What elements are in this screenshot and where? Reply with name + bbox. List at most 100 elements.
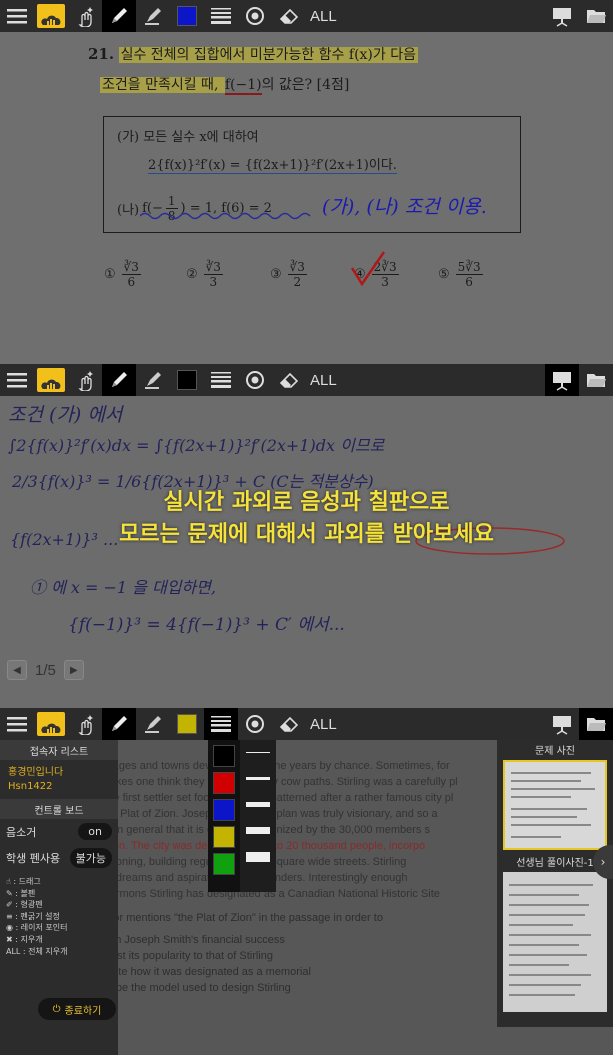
wavy-underline <box>140 212 311 220</box>
choice-2[interactable]: ② ∛3 3 <box>186 260 223 290</box>
end-session-button[interactable]: ⏻ 종료하기 <box>38 998 116 1020</box>
cloud-icon[interactable] <box>37 712 65 736</box>
highlighter-icon[interactable] <box>136 0 170 32</box>
menu-icon[interactable] <box>0 708 34 740</box>
app-screen: ALL 21. 실수 전체의 집합에서 미분가능한 함수 f(x)가 다음 조건… <box>0 0 613 1055</box>
pen-icon[interactable] <box>102 0 136 32</box>
session-panel: many villages and towns developed over t… <box>0 740 613 1055</box>
choice-3[interactable]: ③ ∛3 2 <box>270 260 307 290</box>
pen-icon[interactable] <box>102 364 136 396</box>
folder-icon[interactable] <box>579 364 613 396</box>
choice-5[interactable]: ⑤ 5∛3 6 <box>438 260 483 290</box>
tool-legend: ☝ : 드래그 ✎ : 볼펜 ✐ : 형광펜 ≡ : 펜굵기 설정 ◉ : 레이… <box>6 877 68 956</box>
color-icon[interactable] <box>170 708 204 740</box>
width-option-1[interactable] <box>246 752 270 753</box>
highlighter-icon[interactable] <box>136 364 170 396</box>
photo-sidebar: 문제 사진 선생님 풀이사진-1 › <box>497 740 613 1027</box>
teacher-photo-thumbnail[interactable] <box>503 872 607 1012</box>
gesture-icon[interactable] <box>68 0 102 32</box>
menu-icon[interactable] <box>0 0 34 32</box>
option-2: (2) contrast its popularity to that of S… <box>70 950 273 962</box>
width-option-3[interactable] <box>246 802 270 807</box>
toolbar-top: ALL <box>0 0 613 32</box>
choice-1[interactable]: ① ∛3 6 <box>104 260 141 290</box>
line-width-icon[interactable] <box>204 708 238 740</box>
promo-banner-line-1: 실시간 과외로 음성과 칠판으로 <box>163 490 450 515</box>
color-icon[interactable] <box>170 0 204 32</box>
page-indicator: 1/5 <box>35 661 56 679</box>
mute-label: 음소거 <box>6 825 37 839</box>
eraser-icon[interactable] <box>272 364 306 396</box>
pen-icon[interactable] <box>102 708 136 740</box>
option-3: (3) illustrate how it was designated as … <box>70 966 311 978</box>
question-block: The author mentions "the Plat of Zion" i… <box>70 910 490 996</box>
whiteboard-panel[interactable]: 조건 (가) 에서 ∫2{f(x)}²f′(x)dx = ∫{f(2x+1)}²… <box>0 396 613 708</box>
line-width-palette <box>240 740 276 892</box>
mute-toggle[interactable]: on <box>78 823 112 840</box>
color-icon[interactable] <box>170 364 204 396</box>
erase-all-button[interactable]: ALL <box>310 716 337 733</box>
erase-all-button[interactable]: ALL <box>310 372 337 389</box>
gesture-icon[interactable] <box>68 364 102 396</box>
gesture-icon[interactable] <box>68 708 102 740</box>
folder-icon[interactable] <box>579 0 613 32</box>
color-swatch-blue[interactable] <box>213 799 235 821</box>
problem-line-2c: 의 값은? [4점] <box>261 77 350 93</box>
board-line-5: ① 에 x = −1 을 대입하면, <box>30 578 216 597</box>
prev-page-button[interactable]: ◀ <box>7 660 27 680</box>
eraser-icon[interactable] <box>272 0 306 32</box>
laser-pointer-icon[interactable] <box>238 0 272 32</box>
presentation-icon[interactable] <box>545 0 579 32</box>
reading-passage: many villages and towns developed over t… <box>70 760 458 900</box>
mute-row: 음소거 on <box>0 819 118 844</box>
attendees-title: 접속자 리스트 <box>0 740 118 760</box>
control-sidebar: 접속자 리스트 홍경민입니다 Hsn1422 컨트롤 보드 음소거 on 학생 … <box>0 740 118 1055</box>
width-option-4[interactable] <box>246 827 270 834</box>
color-swatch-green[interactable] <box>213 853 235 875</box>
page-navigator: ◀ 1/5 ▶ <box>7 660 84 680</box>
problem-line-2a: 조건을 만족시킬 때, <box>100 77 225 93</box>
width-option-2[interactable] <box>246 777 270 780</box>
laser-pointer-icon[interactable] <box>238 364 272 396</box>
promo-banner-line-2: 모르는 문제에 대해서 과외를 받아보세요 <box>119 522 494 547</box>
presentation-icon[interactable] <box>545 364 579 396</box>
color-swatch-yellow[interactable] <box>213 826 235 848</box>
control-board-title: 컨트롤 보드 <box>0 799 118 819</box>
menu-icon[interactable] <box>0 364 34 396</box>
option-1: (1) explain Joseph Smith's financial suc… <box>70 934 285 946</box>
student-pen-toggle[interactable]: 불가능 <box>69 848 112 868</box>
problem-panel: 21. 실수 전체의 집합에서 미분가능한 함수 f(x)가 다음 조건을 만족… <box>0 32 613 364</box>
attendee-entry[interactable]: 홍경민입니다 Hsn1422 <box>0 760 118 799</box>
check-mark <box>350 251 386 287</box>
problem-photo-thumbnail[interactable] <box>503 760 607 850</box>
board-line-2: ∫2{f(x)}²f′(x)dx = ∫{f(2x+1)}²f′(2x+1)dx… <box>8 436 385 455</box>
next-page-button[interactable]: ▶ <box>63 660 84 680</box>
problem-target: f(−1) <box>224 77 262 95</box>
condition-a-formula: 2{f(x)}²f′(x) = {f(2x+1)}²f′(2x+1)이다. <box>148 154 397 174</box>
problem-photo-title: 문제 사진 <box>535 745 575 757</box>
presentation-icon[interactable] <box>545 708 579 740</box>
condition-a-label: (가) 모든 실수 x에 대하여 <box>117 130 259 145</box>
highlighter-icon[interactable] <box>136 708 170 740</box>
folder-icon[interactable] <box>579 708 613 740</box>
laser-pointer-icon[interactable] <box>238 708 272 740</box>
end-session-label: 종료하기 <box>64 1005 102 1017</box>
cloud-icon[interactable] <box>37 4 65 28</box>
attendee-name: 홍경민입니다 <box>8 767 64 778</box>
eraser-icon[interactable] <box>272 708 306 740</box>
question-text: The author mentions "the Plat of Zion" i… <box>70 912 383 924</box>
erase-all-button[interactable]: ALL <box>310 8 337 25</box>
problem-number: 21. <box>88 45 115 63</box>
width-option-5[interactable] <box>246 852 270 862</box>
line-width-icon[interactable] <box>204 0 238 32</box>
board-line-1: 조건 (가) 에서 <box>8 404 123 426</box>
cloud-icon[interactable] <box>37 368 65 392</box>
handwritten-annotation: (가), (나) 조건 이용. <box>322 196 487 218</box>
option-4: (4) describe the model used to design St… <box>70 982 291 994</box>
line-width-icon[interactable] <box>204 364 238 396</box>
color-swatch-black[interactable] <box>213 745 235 767</box>
power-icon: ⏻ <box>52 1003 61 1015</box>
color-swatch-red[interactable] <box>213 772 235 794</box>
board-line-6: {f(−1)}³ = 4{f(−1)}³ + C′ 에서... <box>68 615 345 635</box>
student-pen-label: 학생 펜사용 <box>6 852 61 865</box>
